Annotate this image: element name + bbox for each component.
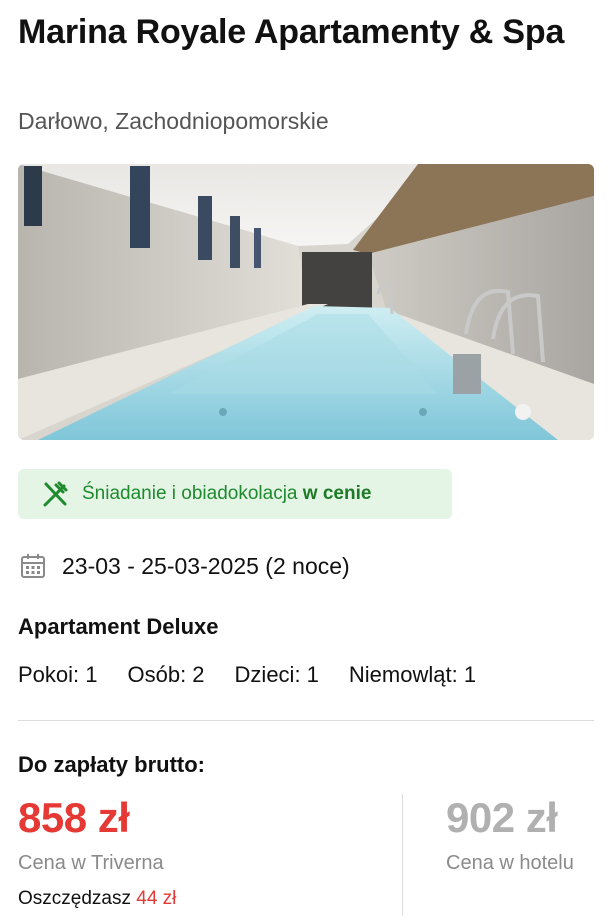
price-divider [402,794,403,916]
payment-label: Do zapłaty brutto: [18,752,205,777]
hotel-location: Darłowo, Zachodniopomorskie [18,108,329,134]
meal-plan-badge: Śniadanie i obiadokolacja w cenie [18,469,452,519]
meal-plan-text: Śniadanie i obiadokolacja w cenie [82,483,372,504]
section-divider [18,720,594,721]
rooms-count: Pokoi: 1 [18,662,98,687]
calendar-icon [20,553,46,579]
infants-count: Niemowląt: 1 [348,662,477,687]
hotel-photo[interactable] [18,164,594,440]
room-type: Apartament Deluxe [18,614,219,639]
triverna-price: 858 zł [18,794,130,841]
adults-count: Osób: 2 [127,662,205,687]
hotel-name: Marina Royale Apartamenty & Spa [18,13,565,51]
hotel-price: 902 zł [446,794,558,841]
cutlery-icon [40,479,70,509]
children-count: Dzieci: 1 [234,662,319,687]
savings-amount: 44 zł [136,888,177,909]
stay-dates-row: 23-03 - 25-03-2025 (2 noce) [18,550,350,582]
stay-dates: 23-03 - 25-03-2025 (2 noce) [62,552,350,579]
occupancy-summary: Pokoi: 1 Osób: 2 Dzieci: 1 Niemowląt: 1 [18,662,476,688]
hotel-price-label: Cena w hotelu [446,852,574,874]
triverna-price-label: Cena w Triverna [18,852,164,874]
savings-text: Oszczędzasz 44 zł [18,888,177,909]
